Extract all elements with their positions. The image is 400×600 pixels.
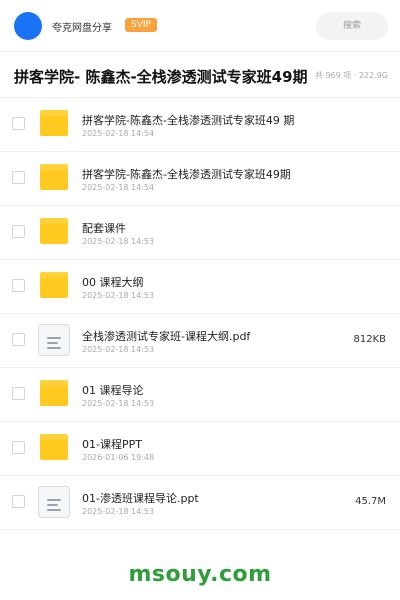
search-button[interactable]: 搜索 [316,12,388,40]
file-row[interactable]: 拼客学院-陈鑫杰-全栈渗透测试专家班49期 2025-02-18 14:54 [0,152,400,206]
file-row[interactable]: 01-渗透班课程导论.ppt 2025-02-18 14:53 45.7M [0,476,400,530]
svip-badge: SVIP [125,18,157,32]
top-bar: 夸克网盘分享 SVIP 搜索 [0,0,400,52]
folder-icon [38,108,70,140]
file-date: 2025-02-18 14:54 [82,183,155,192]
file-row[interactable]: 拼客学院-陈鑫杰-全栈渗透测试专家班49 期 2025-02-18 14:54 [0,98,400,152]
file-size: 812KB [353,334,386,345]
file-row[interactable]: 00 课程大纲 2025-02-18 14:53 [0,260,400,314]
folder-icon [38,162,70,194]
file-name: 配套课件 [82,222,126,235]
page-title: 拼客学院- 陈鑫杰-全栈渗透测试专家班49期 [14,68,308,86]
file-date: 2025-02-18 14:53 [82,399,155,408]
watermark: msouy.com [128,562,272,587]
select-checkbox[interactable] [12,225,25,238]
select-checkbox[interactable] [12,441,25,454]
select-checkbox[interactable] [12,495,25,508]
file-name: 01 课程导论 [82,384,144,397]
file-date: 2025-02-18 14:53 [82,507,155,516]
file-date: 2025-02-18 14:53 [82,291,155,300]
file-name: 01-渗透班课程导论.ppt [82,492,199,505]
file-name: 01-课程PPT [82,438,142,451]
file-name: 全栈渗透测试专家班-课程大纲.pdf [82,330,251,343]
file-date: 2026-01-06 19:48 [82,453,155,462]
file-row[interactable]: 01 课程导论 2025-02-18 14:53 [0,368,400,422]
folder-icon [38,432,70,464]
document-icon [38,324,70,356]
document-icon [38,486,70,518]
file-size: 45.7M [355,496,386,507]
select-checkbox[interactable] [12,333,25,346]
select-checkbox[interactable] [12,387,25,400]
avatar[interactable] [14,12,42,40]
file-list: 拼客学院-陈鑫杰-全栈渗透测试专家班49 期 2025-02-18 14:54 拼客… [0,98,400,530]
file-row[interactable]: 全栈渗透测试专家班-课程大纲.pdf 2025-02-18 14:53 812KB [0,314,400,368]
file-name: 00 课程大纲 [82,276,144,289]
share-title-bar: 拼客学院- 陈鑫杰-全栈渗透测试专家班49期 共 969 项 · 222.9G [0,52,400,98]
folder-icon [38,378,70,410]
folder-icon [38,270,70,302]
file-name: 拼客学院-陈鑫杰-全栈渗透测试专家班49期 [82,168,291,181]
file-name: 拼客学院-陈鑫杰-全栈渗透测试专家班49 期 [82,114,295,127]
share-owner-name: 夸克网盘分享 [52,23,112,34]
select-checkbox[interactable] [12,171,25,184]
file-row[interactable]: 01-课程PPT 2026-01-06 19:48 [0,422,400,476]
file-date: 2025-02-18 14:53 [82,237,155,246]
select-checkbox[interactable] [12,117,25,130]
select-checkbox[interactable] [12,279,25,292]
folder-icon [38,216,70,248]
file-date: 2025-02-18 14:53 [82,345,155,354]
file-date: 2025-02-18 14:54 [82,129,155,138]
share-summary: 共 969 项 · 222.9G [314,71,388,80]
file-row[interactable]: 配套课件 2025-02-18 14:53 [0,206,400,260]
